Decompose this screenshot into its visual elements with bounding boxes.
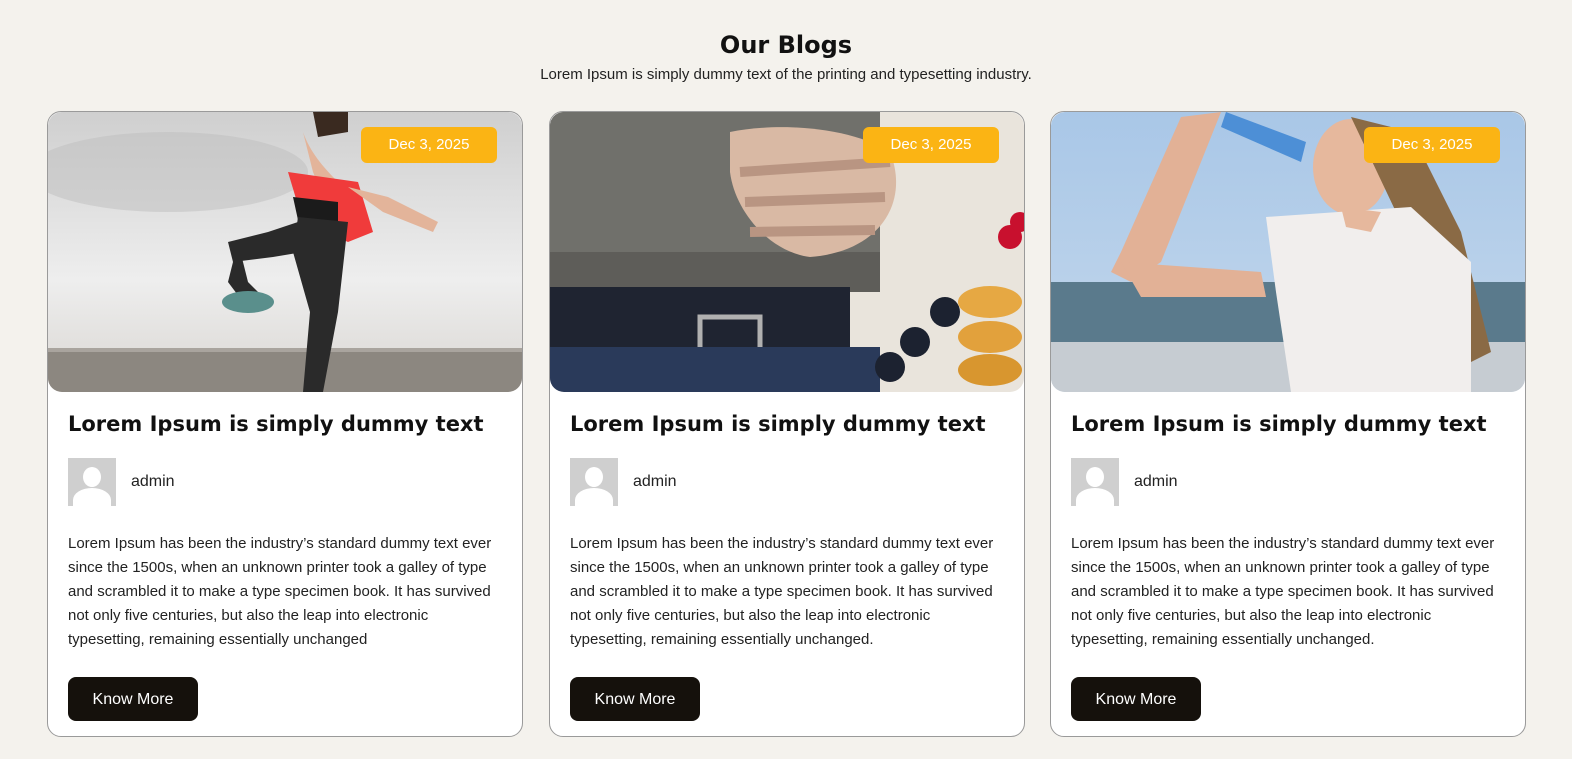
author-row: admin — [68, 458, 502, 506]
avatar-icon — [570, 458, 618, 506]
know-more-button[interactable]: Know More — [1071, 677, 1201, 721]
blog-card: Dec 3, 2025 Lorem Ipsum is simply dummy … — [1050, 111, 1526, 737]
post-title[interactable]: Lorem Ipsum is simply dummy text — [570, 410, 1004, 438]
avatar-icon — [68, 458, 116, 506]
post-excerpt: Lorem Ipsum has been the industry’s stan… — [1071, 535, 1495, 648]
author-name[interactable]: admin — [633, 473, 677, 491]
author-name[interactable]: admin — [1134, 473, 1178, 491]
blog-image-woman-drinking[interactable]: Dec 3, 2025 — [1051, 112, 1525, 392]
section-title: Our Blogs — [719, 31, 853, 59]
post-excerpt: Lorem Ipsum has been the industry’s stan… — [68, 535, 492, 648]
post-title[interactable]: Lorem Ipsum is simply dummy text — [68, 410, 502, 438]
blog-image-woman-exercising[interactable]: Dec 3, 2025 — [48, 112, 522, 392]
blog-card: Dec 3, 2025 Lorem Ipsum is simply dummy … — [549, 111, 1025, 737]
author-name[interactable]: admin — [131, 473, 175, 491]
author-row: admin — [1071, 458, 1505, 506]
blog-cards: Dec 3, 2025 Lorem Ipsum is simply dummy … — [47, 111, 1528, 738]
date-badge: Dec 3, 2025 — [1364, 127, 1500, 163]
section-header: Our Blogs Lorem Ipsum is simply dummy te… — [0, 0, 1572, 84]
avatar-icon — [1071, 458, 1119, 506]
date-badge: Dec 3, 2025 — [361, 127, 497, 163]
date-badge: Dec 3, 2025 — [863, 127, 999, 163]
post-excerpt: Lorem Ipsum has been the industry’s stan… — [570, 535, 994, 648]
know-more-button[interactable]: Know More — [68, 677, 198, 721]
author-row: admin — [570, 458, 1004, 506]
blog-image-man-belly[interactable]: Dec 3, 2025 — [550, 112, 1024, 392]
section-subtitle: Lorem Ipsum is simply dummy text of the … — [540, 66, 1032, 83]
post-title[interactable]: Lorem Ipsum is simply dummy text — [1071, 410, 1505, 438]
blog-card: Dec 3, 2025 Lorem Ipsum is simply dummy … — [47, 111, 523, 737]
know-more-button[interactable]: Know More — [570, 677, 700, 721]
